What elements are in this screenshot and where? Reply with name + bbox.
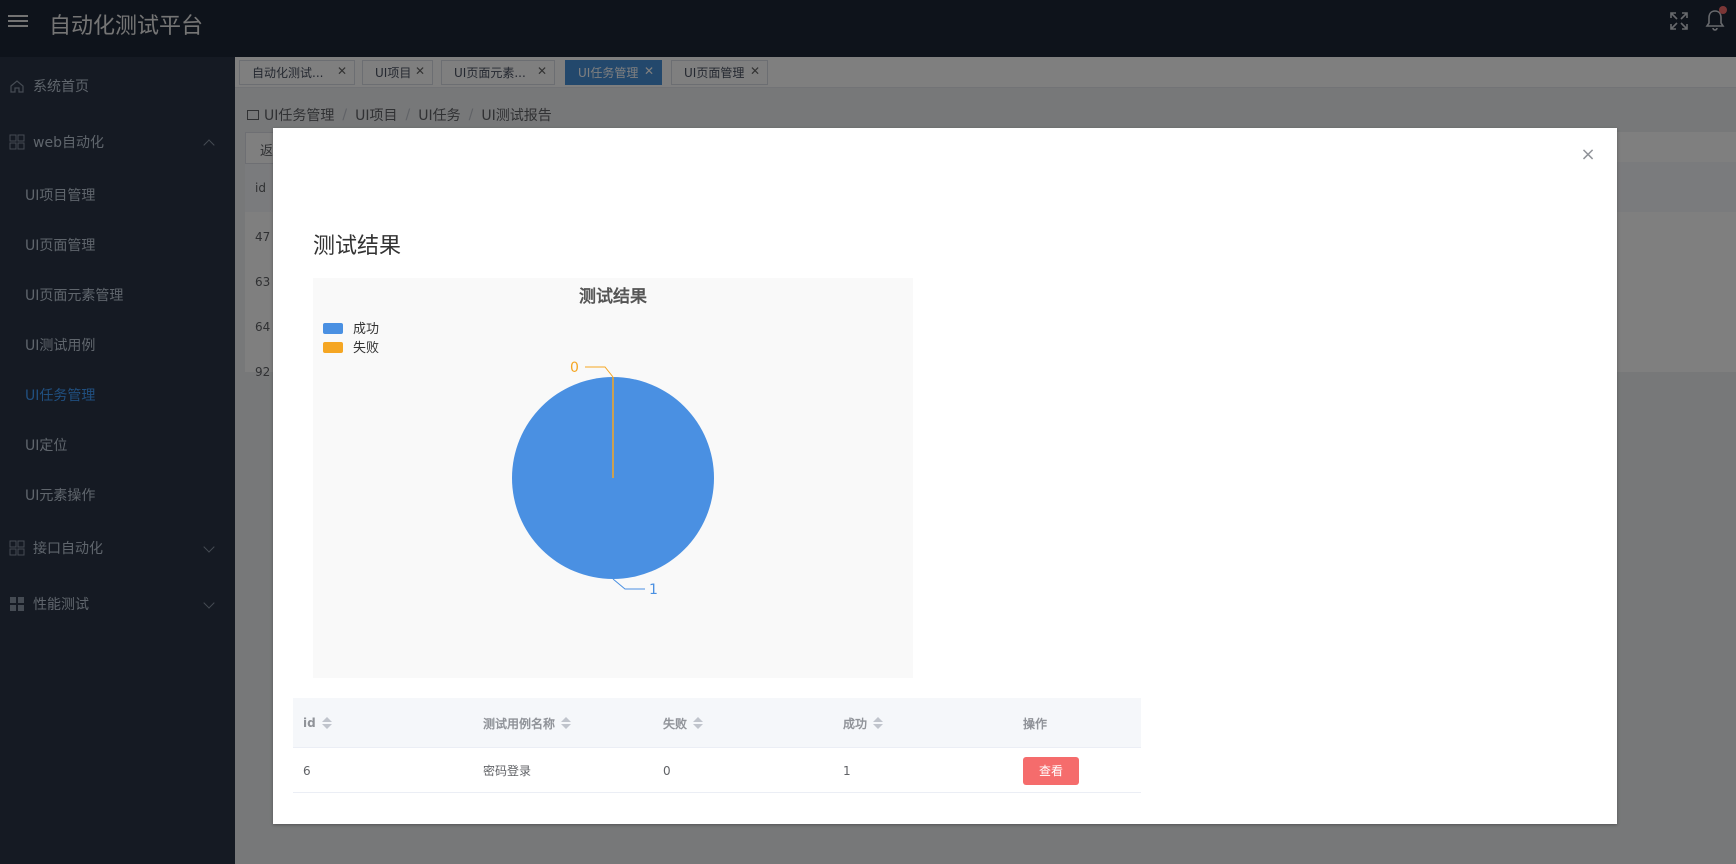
cell-id: 6 xyxy=(303,763,311,778)
pie-chart-container: 测试结果成功失败 1 0 xyxy=(313,278,913,678)
column-header-success[interactable]: 成功 xyxy=(843,698,884,748)
column-header-name[interactable]: 测试用例名称 xyxy=(483,698,572,748)
leader-line xyxy=(612,578,645,590)
cell-name: 密码登录 xyxy=(483,764,532,778)
chart-title: 测试结果 xyxy=(579,286,647,307)
legend-label: 失败 xyxy=(353,341,379,356)
data-label: 0 xyxy=(570,360,579,376)
sort-icon[interactable] xyxy=(693,716,704,730)
cell-success: 1 xyxy=(843,763,851,778)
result-table: id 测试用例名称 失败 成功 操作 6 密码登录 0 1 查看 xyxy=(293,698,1141,793)
column-header-id[interactable]: id xyxy=(303,698,332,748)
sort-icon[interactable] xyxy=(561,716,572,730)
legend-swatch xyxy=(323,342,343,353)
legend-label: 成功 xyxy=(353,322,379,337)
sort-icon[interactable] xyxy=(873,716,884,730)
column-header-action: 操作 xyxy=(1023,716,1048,731)
pie-chart: 测试结果成功失败 1 0 xyxy=(323,286,714,598)
legend-swatch xyxy=(323,323,343,334)
column-header-fail[interactable]: 失败 xyxy=(663,698,704,748)
test-report-dialog: × 测试结果 测试结果 成功 失败 1 0 id 测试用例名称 失败 成功 操作 6 密… xyxy=(273,128,1617,824)
table-row: 6 密码登录 0 1 查看 xyxy=(293,748,1141,793)
data-label: 1 xyxy=(649,582,658,598)
view-button[interactable]: 查看 xyxy=(1023,756,1079,785)
cell-action: 查看 xyxy=(1023,748,1079,793)
table-header: id 测试用例名称 失败 成功 操作 xyxy=(293,698,1141,748)
sort-icon[interactable] xyxy=(321,716,332,730)
close-icon[interactable]: × xyxy=(1579,146,1597,164)
leader-line xyxy=(585,366,614,378)
dialog-heading: 测试结果 xyxy=(313,234,402,259)
cell-fail: 0 xyxy=(663,763,671,778)
